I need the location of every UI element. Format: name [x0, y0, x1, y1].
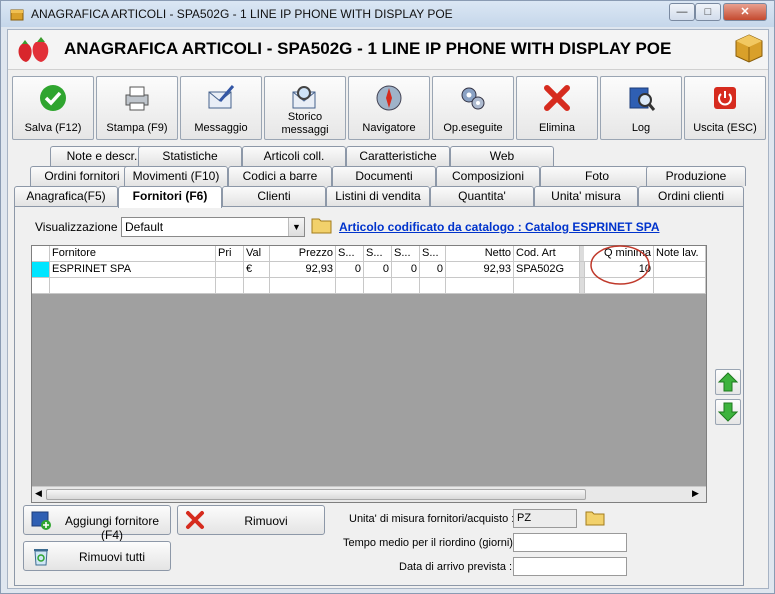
col-discount-2[interactable]: S... — [364, 246, 392, 262]
uom-field[interactable]: PZ — [513, 509, 577, 528]
tab-compositions[interactable]: Composizioni — [436, 166, 540, 186]
row-indicator[interactable] — [32, 262, 50, 278]
check-icon — [40, 85, 66, 111]
message-history-button[interactable]: Storico messaggi — [264, 76, 346, 140]
suppliers-table: Fornitore Pri Val Prezzo S... S... S... … — [31, 245, 707, 503]
tab-master-data[interactable]: Anagrafica(F5) — [14, 186, 118, 206]
remove-button[interactable]: Rimuovi — [177, 505, 325, 535]
folder-icon[interactable] — [585, 508, 605, 527]
exit-button[interactable]: Uscita (ESC) — [684, 76, 766, 140]
tab-row-2: Ordini fornitori Movimenti (F10) Codici … — [8, 166, 768, 186]
tab-web[interactable]: Web — [450, 146, 554, 166]
envelope-search-icon — [292, 86, 316, 109]
col-item-code[interactable]: Cod. Art — [514, 246, 580, 262]
toolbar: Salva (F12) Stampa (F9) Messaggio Storic… — [12, 76, 766, 142]
tab-related-items[interactable]: Articoli coll. — [242, 146, 346, 166]
tab-price-lists[interactable]: Listini di vendita — [326, 186, 430, 206]
power-icon — [714, 87, 736, 109]
col-currency[interactable]: Val — [244, 246, 270, 262]
tab-documents[interactable]: Documenti — [332, 166, 436, 186]
app-box-icon — [10, 9, 24, 21]
tab-barcodes[interactable]: Codici a barre — [228, 166, 332, 186]
header-bar: ANAGRAFICA ARTICOLI - SPA502G - 1 LINE I… — [8, 30, 768, 70]
tab-row-3: Anagrafica(F5) Fornitori (F6) Clienti Li… — [8, 186, 768, 208]
save-button[interactable]: Salva (F12) — [12, 76, 94, 140]
tab-suppliers[interactable]: Fornitori (F6) — [118, 186, 222, 208]
window-title: ANAGRAFICA ARTICOLI - SPA502G - 1 LINE I… — [31, 7, 453, 21]
arrival-date-label: Data di arrivo prevista : — [399, 561, 513, 573]
tab-customers[interactable]: Clienti — [222, 186, 326, 206]
main-content: ANAGRAFICA ARTICOLI - SPA502G - 1 LINE I… — [7, 29, 769, 589]
navigator-button[interactable]: Navigatore — [348, 76, 430, 140]
chevron-down-icon: ▼ — [288, 218, 304, 236]
maximize-button[interactable]: □ — [695, 3, 721, 21]
col-net[interactable]: Netto — [446, 246, 514, 262]
minimize-button[interactable]: — — [669, 3, 695, 21]
suppliers-panel: Visualizzazione : Default ▼ Articolo cod… — [14, 206, 744, 586]
view-label: Visualizzazione : — [35, 220, 125, 234]
tab-features[interactable]: Caratteristiche — [346, 146, 450, 166]
tab-units[interactable]: Unita' misura — [534, 186, 638, 206]
catalog-link[interactable]: Articolo codificato da catalogo : Catalo… — [339, 220, 659, 234]
app-window: ANAGRAFICA ARTICOLI - SPA502G - 1 LINE I… — [0, 0, 775, 594]
tab-customer-orders[interactable]: Ordini clienti — [638, 186, 744, 206]
col-notes[interactable]: Note lav. — [654, 246, 706, 262]
tab-row-1: Note e descr. Statistiche Articoli coll.… — [8, 146, 768, 166]
col-price[interactable]: Prezzo — [270, 246, 336, 262]
operations-button[interactable]: Op.eseguite — [432, 76, 514, 140]
log-button[interactable]: Log — [600, 76, 682, 140]
message-button[interactable]: Messaggio — [180, 76, 262, 140]
col-discount-1[interactable]: S... — [336, 246, 364, 262]
compass-icon — [376, 85, 402, 111]
scroll-left-icon[interactable]: ◀ — [35, 488, 42, 499]
arrow-up-icon — [717, 372, 739, 392]
tab-photo[interactable]: Foto — [540, 166, 654, 186]
view-select[interactable]: Default ▼ — [121, 217, 305, 237]
tab-quantity[interactable]: Quantita' — [430, 186, 534, 206]
red-x-icon — [186, 511, 204, 529]
gears-icon — [461, 87, 485, 110]
tab-movements[interactable]: Movimenti (F10) — [124, 166, 228, 186]
close-button[interactable]: ✕ — [723, 3, 767, 21]
min-qty-highlight-circle — [590, 245, 650, 285]
add-supplier-icon — [31, 511, 51, 530]
lead-time-field[interactable] — [513, 533, 627, 552]
lead-time-label: Tempo medio per il riordino (giorni) : — [343, 537, 520, 549]
tab-statistics[interactable]: Statistiche — [138, 146, 242, 166]
folder-icon[interactable] — [311, 215, 333, 235]
page-title: ANAGRAFICA ARTICOLI - SPA502G - 1 LINE I… — [64, 39, 672, 58]
add-supplier-button[interactable]: Aggiungi fornitore (F4) — [23, 505, 171, 542]
package-box-icon — [735, 34, 763, 63]
recycle-bin-icon — [34, 549, 48, 566]
col-supplier[interactable]: Fornitore — [50, 246, 216, 262]
tab-production[interactable]: Produzione — [646, 166, 746, 186]
move-up-button[interactable] — [715, 369, 741, 395]
print-button[interactable]: Stampa (F9) — [96, 76, 178, 140]
col-discount-3[interactable]: S... — [392, 246, 420, 262]
printer-icon — [125, 86, 149, 111]
envelope-pen-icon — [208, 85, 235, 109]
delete-button[interactable]: Elimina — [516, 76, 598, 140]
col-pri[interactable]: Pri — [216, 246, 244, 262]
tab-supplier-orders[interactable]: Ordini fornitori — [30, 166, 134, 186]
strawberry-logo-icon — [18, 37, 49, 62]
arrow-down-icon — [717, 402, 739, 422]
red-x-icon — [544, 85, 570, 111]
book-search-icon — [629, 87, 656, 111]
scroll-thumb[interactable] — [46, 489, 586, 500]
arrival-date-field[interactable] — [513, 557, 627, 576]
move-down-button[interactable] — [715, 399, 741, 425]
title-bar[interactable]: ANAGRAFICA ARTICOLI - SPA502G - 1 LINE I… — [1, 1, 774, 27]
scroll-right-icon[interactable]: ▶ — [692, 488, 699, 499]
remove-all-button[interactable]: Rimuovi tutti — [23, 541, 171, 571]
horizontal-scrollbar[interactable]: ◀ ▶ — [32, 486, 706, 502]
uom-label: Unita' di misura fornitori/acquisto : — [349, 513, 515, 525]
col-discount-4[interactable]: S... — [420, 246, 446, 262]
